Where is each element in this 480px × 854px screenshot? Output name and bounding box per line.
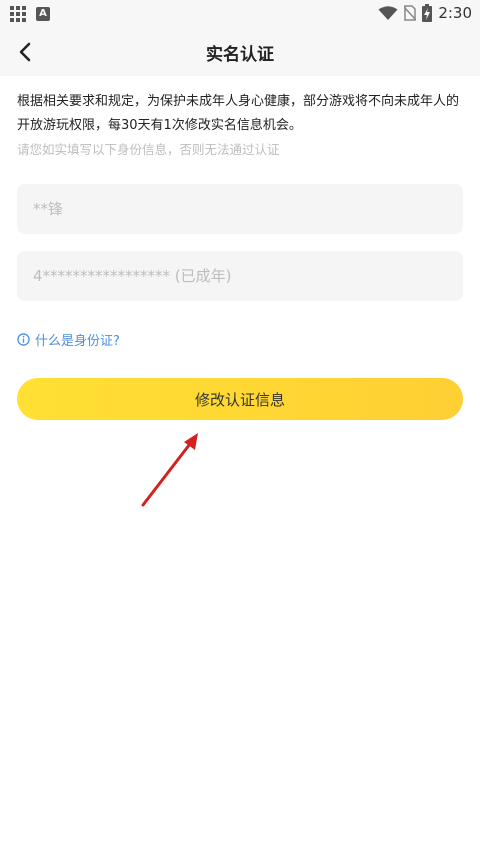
help-link-label: 什么是身份证? <box>35 334 120 349</box>
accessibility-a-icon: A <box>36 7 50 21</box>
page-title: 实名认证 <box>206 45 274 65</box>
hint-text: 请您如实填写以下身份信息，否则无法通过认证 <box>17 142 280 157</box>
modify-verification-button[interactable]: 修改认证信息 <box>17 378 463 420</box>
status-right: 2:30 <box>378 4 472 22</box>
no-sim-icon <box>404 5 417 21</box>
wifi-icon <box>378 6 398 20</box>
status-time: 2:30 <box>438 4 472 22</box>
id-number-field[interactable]: 4***************** (已成年) <box>17 251 463 301</box>
what-is-id-link[interactable]: 什么是身份证? <box>17 330 120 349</box>
app-grid-icon <box>10 6 26 22</box>
nav-bar: 实名认证 <box>0 28 480 76</box>
notice-text: 根据相关要求和规定，为保护未成年人身心健康，部分游戏将不向未成年人的开放游玩权限… <box>17 94 460 133</box>
battery-charging-icon <box>422 4 433 22</box>
status-left: A <box>10 6 50 22</box>
red-arrow-annotation <box>141 433 198 507</box>
name-field[interactable]: **锋 <box>17 184 463 234</box>
status-bar: A 2:30 <box>0 0 480 28</box>
info-icon <box>17 333 30 346</box>
